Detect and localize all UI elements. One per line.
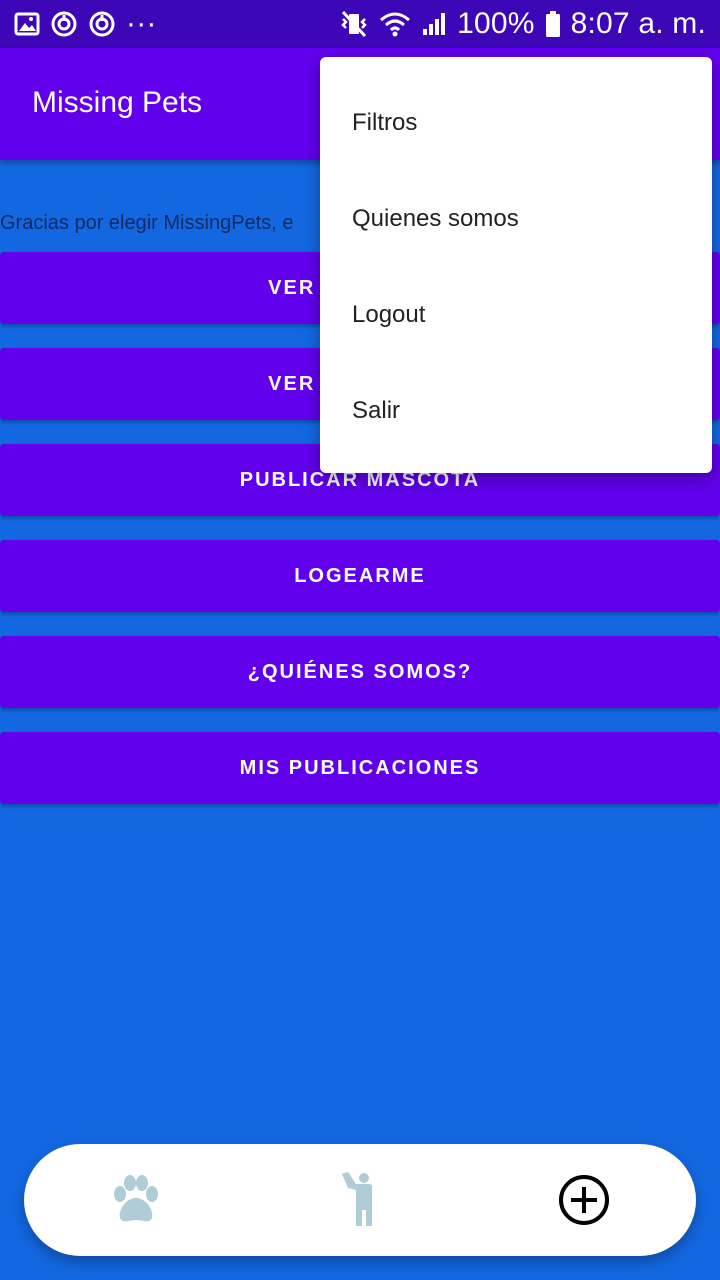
nav-person-tab[interactable] <box>304 1144 416 1256</box>
image-icon <box>14 11 40 37</box>
signal-icon <box>421 11 447 37</box>
clock: 8:07 a. m. <box>570 7 706 40</box>
status-right-icons: 100% 8:07 a. m. <box>339 7 706 41</box>
paw-icon <box>114 1175 158 1222</box>
bottom-navigation <box>24 1144 696 1256</box>
about-us-button[interactable]: ¿QUIÉNES SOMOS? <box>0 636 720 708</box>
my-posts-button[interactable]: MIS PUBLICACIONES <box>0 732 720 804</box>
menu-item-logout[interactable]: Logout <box>320 267 712 363</box>
sync-icon <box>50 10 78 38</box>
nav-pets-tab[interactable] <box>80 1144 192 1256</box>
nav-add-tab[interactable] <box>528 1144 640 1256</box>
status-left-icons: ··· <box>14 7 157 41</box>
person-icon <box>342 1172 372 1226</box>
menu-item-about[interactable]: Quienes somos <box>320 171 712 267</box>
login-button[interactable]: LOGEARME <box>0 540 720 612</box>
battery-percent: 100% <box>457 7 535 40</box>
overflow-menu: Filtros Quienes somos Logout Salir <box>320 57 712 473</box>
menu-item-exit[interactable]: Salir <box>320 363 712 459</box>
battery-icon <box>545 10 561 38</box>
app-title: Missing Pets <box>32 86 203 119</box>
vibrate-mute-icon <box>339 10 369 38</box>
menu-item-filters[interactable]: Filtros <box>320 75 712 171</box>
sync-icon-2 <box>88 10 116 38</box>
wifi-icon <box>379 11 411 37</box>
add-circle-icon <box>559 1175 609 1225</box>
more-notifications-icon: ··· <box>126 7 157 40</box>
status-bar: ··· 100% 8:07 a. m. <box>0 0 720 48</box>
